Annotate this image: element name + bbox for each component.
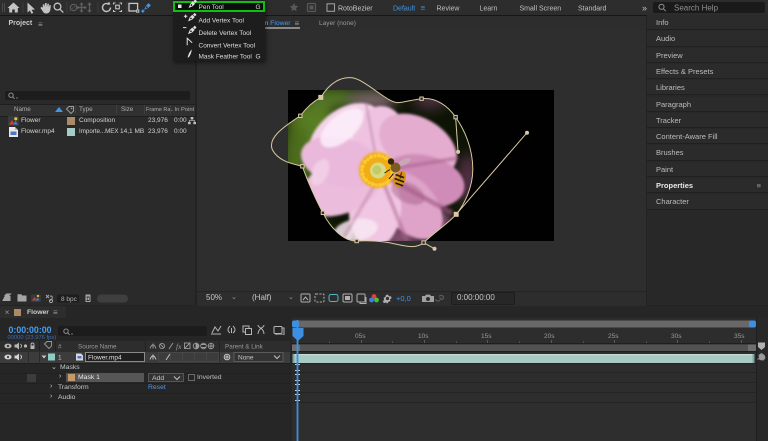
svg-text:Delete Vertex Tool: Delete Vertex Tool — [199, 30, 252, 37]
svg-text:G: G — [256, 53, 261, 60]
svg-text:1: 1 — [58, 355, 62, 362]
svg-text:»: » — [642, 3, 647, 13]
svg-text:05s: 05s — [355, 333, 366, 340]
svg-text:Mask Feather Tool: Mask Feather Tool — [199, 53, 253, 60]
svg-text:Parent & Link: Parent & Link — [225, 344, 264, 351]
svg-text:25s: 25s — [608, 333, 619, 340]
svg-text:15s: 15s — [481, 333, 492, 340]
svg-text:Search Help: Search Help — [674, 4, 719, 13]
svg-text:≡: ≡ — [421, 4, 426, 13]
svg-text:Pen Tool: Pen Tool — [199, 4, 225, 11]
svg-text:35s: 35s — [734, 333, 745, 340]
svg-text:Add Vertex Tool: Add Vertex Tool — [199, 18, 245, 25]
svg-text:fx: fx — [176, 342, 182, 351]
svg-text:Convert Vertex Tool: Convert Vertex Tool — [199, 42, 256, 49]
svg-text:+0,0: +0,0 — [396, 294, 411, 303]
svg-text:Learn: Learn — [480, 6, 498, 13]
svg-text:8 bpc: 8 bpc — [61, 296, 78, 303]
svg-text:G: G — [256, 4, 261, 11]
svg-text:10s: 10s — [418, 333, 429, 340]
svg-text:Flower.mp4: Flower.mp4 — [88, 354, 122, 361]
svg-text:None: None — [238, 354, 254, 361]
svg-text:Small Screen: Small Screen — [520, 6, 562, 13]
svg-text:30s: 30s — [671, 333, 682, 340]
svg-text:20s: 20s — [544, 333, 555, 340]
svg-text:Source Name: Source Name — [78, 344, 117, 351]
svg-text:Standard: Standard — [578, 6, 607, 13]
svg-text:Default: Default — [393, 6, 415, 13]
svg-text:Review: Review — [437, 6, 461, 13]
svg-text:#: # — [58, 344, 62, 351]
svg-text:RotoBezier: RotoBezier — [338, 6, 373, 13]
